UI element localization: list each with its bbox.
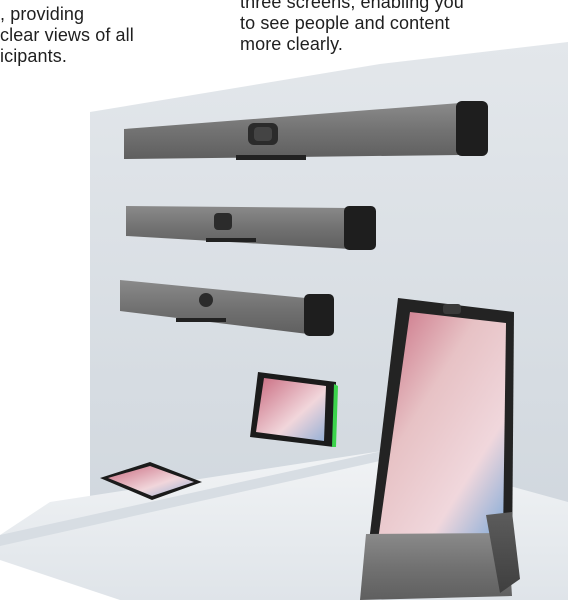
left-caption: , providing clear views of all icipants. — [0, 4, 134, 66]
wall-touch-panel — [250, 372, 338, 447]
right-caption: three screens, enabling you to see peopl… — [240, 0, 464, 54]
product-scene — [0, 42, 568, 600]
